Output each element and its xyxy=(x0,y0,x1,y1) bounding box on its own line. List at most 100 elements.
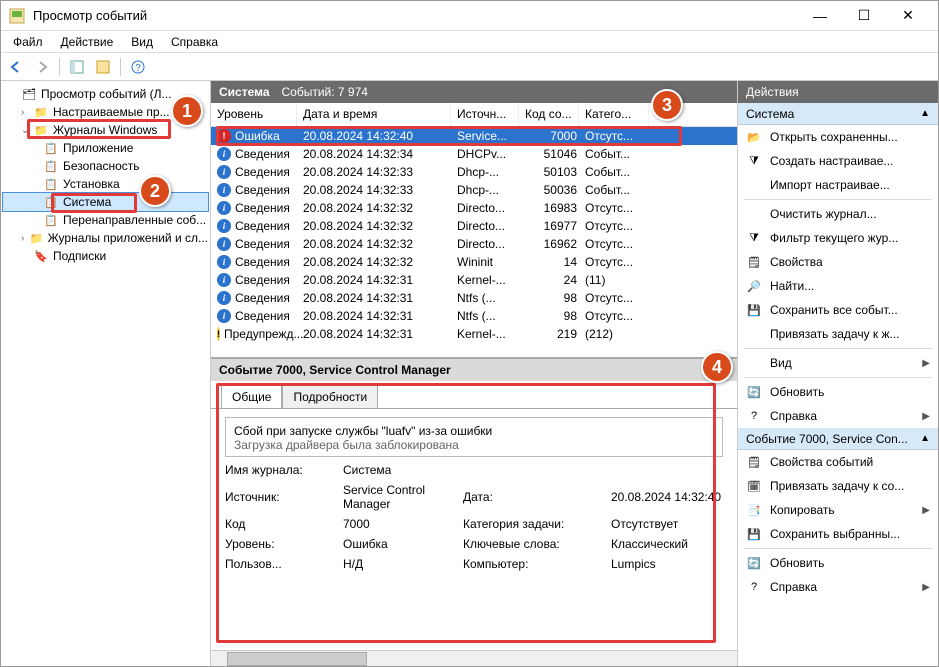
maximize-button[interactable]: ☐ xyxy=(842,2,886,30)
tree-app-services[interactable]: ›📁Журналы приложений и сл... xyxy=(3,229,208,247)
properties-icon: 🗒 xyxy=(746,454,762,470)
event-row[interactable]: iСведения20.08.2024 14:32:34DHCPv...5104… xyxy=(211,145,737,163)
event-row[interactable]: !Ошибка20.08.2024 14:32:40Service...7000… xyxy=(211,127,737,145)
action-event-properties[interactable]: 🗒Свойства событий xyxy=(738,450,938,474)
action-help[interactable]: ?Справка▶ xyxy=(738,404,938,428)
event-row[interactable]: iСведения20.08.2024 14:32:33Dhcp-...5010… xyxy=(211,163,737,181)
event-row[interactable]: iСведения20.08.2024 14:32:33Dhcp-...5003… xyxy=(211,181,737,199)
menu-help[interactable]: Справка xyxy=(163,33,226,51)
event-row[interactable]: iСведения20.08.2024 14:32:32Directo...16… xyxy=(211,235,737,253)
copy-icon: 📑 xyxy=(746,502,762,518)
actions-group-event[interactable]: Событие 7000, Service Con...▲ xyxy=(738,428,938,450)
event-list[interactable]: !Ошибка20.08.2024 14:32:40Service...7000… xyxy=(211,127,737,357)
close-button[interactable]: ✕ xyxy=(886,2,930,30)
action-properties[interactable]: 🗒Свойства xyxy=(738,250,938,274)
value-cat: Отсутствует xyxy=(611,517,723,531)
collapse-icon: ▲ xyxy=(920,108,930,119)
cell-source: Wininit xyxy=(457,255,525,269)
col-source[interactable]: Источн... xyxy=(451,103,519,126)
action-clear-log[interactable]: Очистить журнал... xyxy=(738,202,938,226)
action-create-custom[interactable]: ⧩Создать настраивае... xyxy=(738,149,938,173)
center-title: Система xyxy=(219,85,270,99)
cell-category: (11) xyxy=(585,273,655,287)
event-row[interactable]: iСведения20.08.2024 14:32:31Ntfs (...98О… xyxy=(211,307,737,325)
tree-label: Перенаправленные соб... xyxy=(63,213,206,227)
center-pane: Система Событий: 7 974 Уровень Дата и вр… xyxy=(211,81,738,666)
event-row[interactable]: iСведения20.08.2024 14:32:32Wininit14Отс… xyxy=(211,253,737,271)
actions-title: Действия xyxy=(738,81,938,103)
cell-code: 7000 xyxy=(525,129,585,143)
action-event-attach-task[interactable]: 🗓Привязать задачу к со... xyxy=(738,474,938,498)
label-code: Код xyxy=(225,517,335,531)
action-refresh[interactable]: 🔄Обновить xyxy=(738,380,938,404)
action-attach-task[interactable]: Привязать задачу к ж... xyxy=(738,322,938,346)
action-find[interactable]: 🔎Найти... xyxy=(738,274,938,298)
minimize-button[interactable]: — xyxy=(798,2,842,30)
col-category[interactable]: Катего... xyxy=(579,103,649,126)
action-view[interactable]: Вид▶ xyxy=(738,351,938,375)
toolbar: ? xyxy=(1,53,938,81)
tree-label: Журналы приложений и сл... xyxy=(48,231,208,245)
menu-action[interactable]: Действие xyxy=(53,33,122,51)
label-comp: Компьютер: xyxy=(463,557,603,571)
cell-datetime: 20.08.2024 14:32:31 xyxy=(303,273,457,287)
event-row[interactable]: !Предупрежд...20.08.2024 14:32:31Kernel-… xyxy=(211,325,737,343)
action-refresh-2[interactable]: 🔄Обновить xyxy=(738,551,938,575)
tree-application[interactable]: 📋Приложение xyxy=(3,139,208,157)
cell-level: Ошибка xyxy=(235,129,280,143)
view-icon xyxy=(746,355,762,371)
value-src: Service Control Manager xyxy=(343,483,455,511)
tab-details[interactable]: Подробности xyxy=(282,385,378,408)
cell-datetime: 20.08.2024 14:32:32 xyxy=(303,255,457,269)
save-icon: 💾 xyxy=(746,302,762,318)
show-tree-button[interactable] xyxy=(66,56,88,78)
tab-general[interactable]: Общие xyxy=(221,385,282,408)
window-title: Просмотр событий xyxy=(33,8,798,23)
detail-hscroll[interactable] xyxy=(211,650,737,666)
level-icon: i xyxy=(217,291,231,305)
level-icon: i xyxy=(217,147,231,161)
find-icon: 🔎 xyxy=(746,278,762,294)
tree-setup[interactable]: 📋Установка xyxy=(3,175,208,193)
event-row[interactable]: iСведения20.08.2024 14:32:31Kernel-...24… xyxy=(211,271,737,289)
col-code[interactable]: Код со... xyxy=(519,103,579,126)
annotation-callout-3: 3 xyxy=(651,89,683,121)
action-save-selected[interactable]: 💾Сохранить выбранны... xyxy=(738,522,938,546)
cell-source: Kernel-... xyxy=(457,273,525,287)
event-row[interactable]: iСведения20.08.2024 14:32:31Ntfs (...98О… xyxy=(211,289,737,307)
help-button[interactable]: ? xyxy=(127,56,149,78)
cell-level: Сведения xyxy=(235,237,290,251)
menubar: Файл Действие Вид Справка xyxy=(1,31,938,53)
task-icon: 🗓 xyxy=(746,478,762,494)
tree-system[interactable]: 📋Система xyxy=(3,193,208,211)
tree-subscriptions[interactable]: 🔖Подписки xyxy=(3,247,208,265)
tree-security[interactable]: 📋Безопасность xyxy=(3,157,208,175)
action-help-2[interactable]: ?Справка▶ xyxy=(738,575,938,599)
cell-code: 219 xyxy=(525,327,585,341)
tree-label: Установка xyxy=(63,177,120,191)
log-icon: 📋 xyxy=(43,212,59,228)
tree-label: Журналы Windows xyxy=(53,123,157,137)
cell-category: Отсутс... xyxy=(585,291,655,305)
action-save-all[interactable]: 💾Сохранить все событ... xyxy=(738,298,938,322)
back-button[interactable] xyxy=(5,56,27,78)
view-button[interactable] xyxy=(92,56,114,78)
action-open-saved[interactable]: 📂Открыть сохраненны... xyxy=(738,125,938,149)
event-row[interactable]: iСведения20.08.2024 14:32:32Directo...16… xyxy=(211,217,737,235)
log-icon: 📋 xyxy=(43,158,59,174)
action-filter[interactable]: ⧩Фильтр текущего жур... xyxy=(738,226,938,250)
action-import-custom[interactable]: Импорт настраивае... xyxy=(738,173,938,197)
menu-view[interactable]: Вид xyxy=(123,33,161,51)
save-icon: 💾 xyxy=(746,526,762,542)
col-datetime[interactable]: Дата и время xyxy=(297,103,451,126)
forward-button[interactable] xyxy=(31,56,53,78)
event-row[interactable]: iСведения20.08.2024 14:32:32Directo...16… xyxy=(211,199,737,217)
help-icon: ? xyxy=(746,579,762,595)
tree-forwarded[interactable]: 📋 Перенаправленные соб... xyxy=(3,211,208,229)
col-level[interactable]: Уровень xyxy=(211,103,297,126)
actions-group-system[interactable]: Система▲ xyxy=(738,103,938,125)
action-copy[interactable]: 📑Копировать▶ xyxy=(738,498,938,522)
annotation-callout-4: 4 xyxy=(701,351,733,383)
chevron-right-icon: ▶ xyxy=(922,505,930,516)
menu-file[interactable]: Файл xyxy=(5,33,51,51)
